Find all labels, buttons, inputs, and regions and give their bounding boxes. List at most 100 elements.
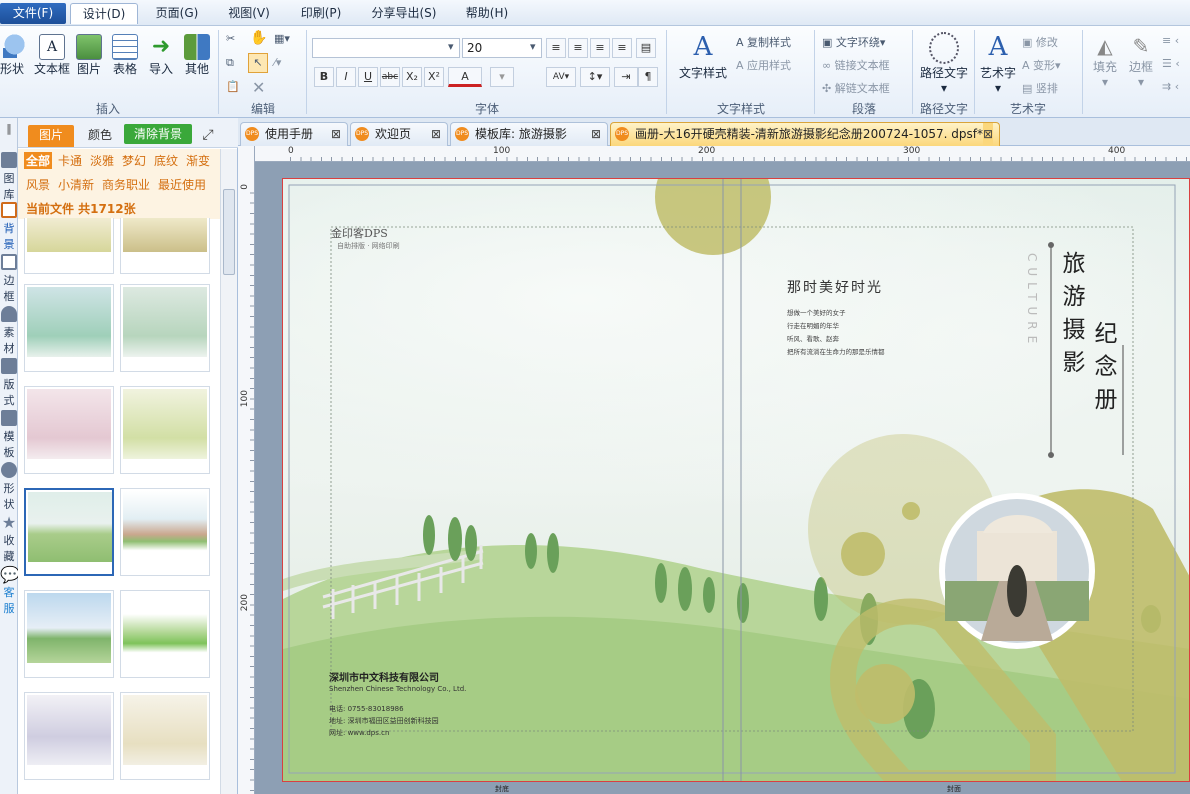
filter-all[interactable]: 全部 (24, 152, 53, 169)
menu-help[interactable]: 帮助(H) (456, 3, 518, 24)
background-thumbnail-selected[interactable] (24, 488, 114, 576)
select-pointer-icon[interactable]: ↖ (248, 53, 268, 73)
leftstrip-item-material[interactable]: 素材 (0, 306, 18, 356)
transform-button[interactable]: A 变形▾ (1022, 57, 1061, 73)
title-commemorative-album[interactable]: 纪念册 (1089, 321, 1117, 420)
char-spacing-icon[interactable]: AV▾ (546, 67, 576, 87)
background-thumbnail[interactable] (24, 218, 114, 274)
copy-icon[interactable]: ⧉ (226, 56, 234, 70)
close-icon[interactable]: ⊠ (982, 123, 993, 145)
strikethrough-button[interactable]: abc (380, 67, 400, 87)
copy-style-button[interactable]: A 复制样式 (736, 34, 791, 50)
align-right-icon[interactable]: ≡ (590, 38, 610, 58)
cut-icon[interactable]: ✂ (226, 32, 235, 45)
background-thumbnail[interactable] (24, 692, 114, 780)
border-button[interactable]: ✎ 边框 ▾ (1124, 32, 1158, 89)
line-weight-icon[interactable]: ☰ ‹ (1162, 57, 1180, 70)
logo-subtitle[interactable]: 自助排版 · 网络印刷 (337, 241, 400, 251)
panel-scrollbar[interactable] (220, 149, 237, 794)
close-icon[interactable]: ⊠ (591, 123, 601, 145)
title-travel-photography[interactable]: 旅游摄影 (1057, 251, 1085, 383)
filter-dream[interactable]: 梦幻 (122, 152, 146, 169)
logo-text[interactable]: 金印客DPS (331, 225, 388, 241)
leftstrip-item-frame[interactable]: 边框 (0, 254, 18, 304)
background-thumbnail[interactable] (120, 218, 210, 274)
filter-fresh[interactable]: 小清新 (58, 176, 94, 193)
subscript-button[interactable]: X₂ (402, 67, 422, 87)
align-center-icon[interactable]: ≡ (568, 38, 588, 58)
magic-icon[interactable]: ⁄▾ (274, 56, 281, 69)
poem-title[interactable]: 那时美好时光 (787, 277, 883, 297)
menu-print[interactable]: 印刷(P) (290, 3, 352, 24)
paragraph-icon[interactable]: ¶ (638, 67, 658, 87)
culture-vertical-text[interactable]: CULTURE (1025, 253, 1039, 349)
apply-style-button[interactable]: A 应用样式 (736, 57, 791, 73)
contact-phone[interactable]: 电话: 0755-83018986 (329, 704, 404, 714)
tab-manual[interactable]: DPS 使用手册 ⊠ (240, 122, 348, 146)
menu-design[interactable]: 设计(D) (70, 3, 138, 24)
menu-file[interactable]: 文件(F) (0, 3, 66, 24)
scrollbar-thumb[interactable] (223, 189, 235, 275)
arrange-icon[interactable]: ⇉ ‹ (1162, 80, 1179, 93)
highlight-icon[interactable]: ▾ (490, 67, 514, 87)
close-icon[interactable]: ⊠ (331, 123, 341, 145)
import-button[interactable]: ➜ 导入 (146, 34, 176, 77)
collapse-handle[interactable]: ‖ (0, 122, 18, 135)
expand-icon[interactable]: ⤢ (200, 125, 216, 147)
vertical-button[interactable]: ▤ 竖排 (1022, 80, 1058, 96)
modify-button[interactable]: ▣ 修改 (1022, 34, 1058, 50)
text-wrap-button[interactable]: ▣ 文字环绕▾ (822, 34, 885, 50)
leftstrip-item-service[interactable]: 💬 客服 (0, 566, 20, 616)
leftstrip-item-favorite[interactable]: ★ 收藏 (0, 514, 18, 564)
clear-background-button[interactable]: 清除背景 (124, 124, 192, 144)
fill-button[interactable]: ◭ 填充 ▾ (1088, 32, 1122, 89)
italic-button[interactable]: I (336, 67, 356, 87)
filter-texture[interactable]: 底纹 (154, 152, 178, 169)
image-button[interactable]: 图片 (74, 34, 104, 77)
menu-view[interactable]: 视图(V) (218, 3, 280, 24)
background-thumbnail[interactable] (120, 692, 210, 780)
other-button[interactable]: 其他 (180, 34, 214, 77)
align-left-icon[interactable]: ≡ (546, 38, 566, 58)
tab-welcome[interactable]: DPS 欢迎页 ⊠ (350, 122, 448, 146)
poem-body[interactable]: 想做一个美好的女子 行走在明媚的年华 听风、看歌、赵奔 把所有流淌在生命力的那是… (787, 307, 927, 359)
tab-template-library[interactable]: DPS 模板库: 旅游摄影 ⊠ (450, 122, 608, 146)
delete-icon[interactable]: ✕ (252, 78, 265, 97)
filter-cartoon[interactable]: 卡通 (58, 152, 82, 169)
bold-button[interactable]: B (314, 67, 334, 87)
paste-icon[interactable]: 📋 (226, 80, 240, 93)
album-cover-spread[interactable]: 金印客DPS 自助排版 · 网络印刷 深圳市中文科技有限公司 Shenzhen … (282, 178, 1190, 782)
textbox-button[interactable]: A 文本框 (32, 34, 72, 77)
filter-scenery[interactable]: 风景 (26, 176, 50, 193)
background-thumbnail[interactable] (120, 590, 210, 678)
justify-icon[interactable]: ≡ (612, 38, 632, 58)
background-thumbnail[interactable] (24, 386, 114, 474)
background-thumbnail[interactable] (120, 488, 210, 576)
company-name-cn[interactable]: 深圳市中文科技有限公司 (329, 669, 439, 684)
filter-business[interactable]: 商务职业 (102, 176, 150, 193)
underline-button[interactable]: U (358, 67, 378, 87)
line-spacing-icon[interactable]: ↕▾ (580, 67, 610, 87)
design-canvas[interactable]: 金印客DPS 自助排版 · 网络印刷 深圳市中文科技有限公司 Shenzhen … (255, 162, 1190, 794)
table-button[interactable]: 表格 (108, 34, 142, 77)
line-style-icon[interactable]: ≡ ‹ (1162, 34, 1179, 47)
close-icon[interactable]: ⊠ (431, 123, 441, 145)
path-text-button[interactable]: 路径文字 ▾ (916, 32, 972, 95)
leftstrip-item-template[interactable]: 模板 (0, 410, 18, 460)
shape-button[interactable]: 形状 (0, 34, 30, 77)
leftstrip-item-shape[interactable]: 形状 (0, 462, 18, 512)
menu-page[interactable]: 页面(G) (146, 3, 208, 24)
contact-web[interactable]: 网址: www.dps.cn (329, 728, 389, 738)
superscript-button[interactable]: X² (424, 67, 444, 87)
background-thumbnail[interactable] (120, 284, 210, 372)
text-style-button[interactable]: A 文字样式 (676, 32, 730, 81)
tab-image[interactable]: 图片 (28, 125, 74, 147)
filter-recent[interactable]: 最近使用 (158, 176, 206, 193)
leftstrip-item-gallery[interactable]: 图库 (0, 152, 18, 202)
menu-share-export[interactable]: 分享导出(S) (364, 3, 444, 24)
art-text-button[interactable]: A 艺术字 ▾ (976, 32, 1020, 95)
distribute-icon[interactable]: ▤ (636, 38, 656, 58)
image-select-icon[interactable]: ▦▾ (274, 32, 290, 45)
leftstrip-item-layout[interactable]: 版式 (0, 358, 18, 408)
unlink-textbox-button[interactable]: ✣ 解链文本框 (822, 80, 890, 96)
